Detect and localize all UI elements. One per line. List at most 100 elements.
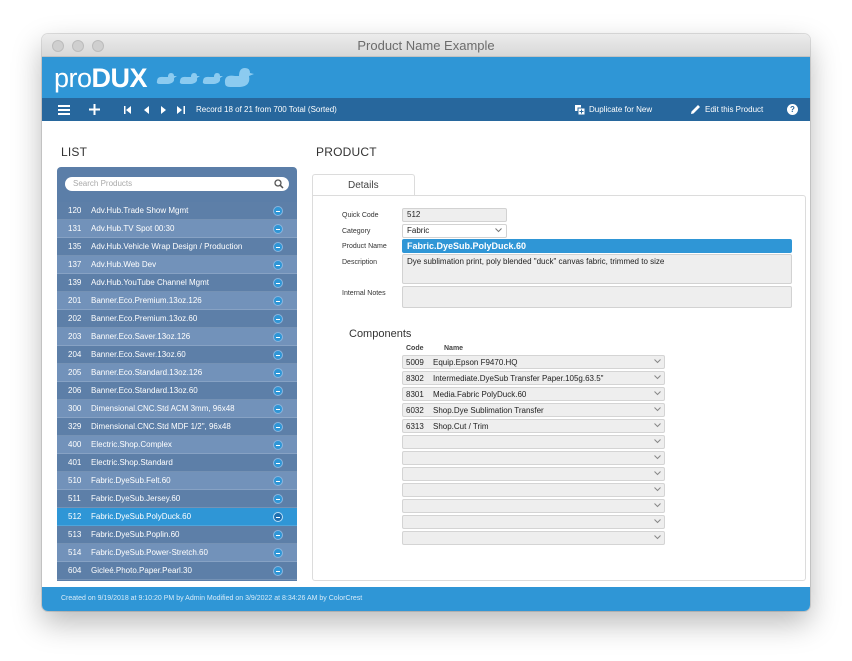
product-name-field[interactable]: Fabric.DyeSub.PolyDuck.60	[402, 239, 792, 253]
list-item-code: 205	[68, 368, 82, 377]
chevron-down-icon[interactable]	[654, 439, 661, 444]
duplicate-for-new-button[interactable]: Duplicate for New	[575, 98, 652, 121]
remove-icon[interactable]	[273, 440, 283, 450]
tab-details[interactable]: Details	[312, 174, 415, 196]
list-item-name: Adv.Hub.Trade Show Mgmt	[91, 206, 189, 215]
last-record-button[interactable]	[177, 98, 185, 121]
component-row[interactable]: 8301 Media.Fabric PolyDuck.60	[402, 387, 665, 401]
remove-icon[interactable]	[273, 530, 283, 540]
list-item[interactable]: 511 Fabric.DyeSub.Jersey.60	[57, 490, 297, 508]
component-row[interactable]	[402, 483, 665, 497]
list-item-name: Banner.Eco.Standard.13oz.126	[91, 368, 203, 377]
list-item[interactable]: 201 Banner.Eco.Premium.13oz.126	[57, 292, 297, 310]
chevron-down-icon[interactable]	[654, 423, 661, 428]
component-row[interactable]	[402, 467, 665, 481]
duck-logo-icon	[156, 68, 254, 87]
component-row[interactable]	[402, 435, 665, 449]
remove-icon[interactable]	[273, 350, 283, 360]
previous-record-button[interactable]	[144, 98, 150, 121]
list-item[interactable]: 202 Banner.Eco.Premium.13oz.60	[57, 310, 297, 328]
list-item[interactable]: 139 Adv.Hub.YouTube Channel Mgmt	[57, 274, 297, 292]
chevron-down-icon[interactable]	[654, 359, 661, 364]
list-item-name: Adv.Hub.TV Spot 00:30	[91, 224, 175, 233]
remove-icon[interactable]	[273, 332, 283, 342]
remove-icon[interactable]	[273, 566, 283, 576]
list-item[interactable]: 120 Adv.Hub.Trade Show Mgmt	[57, 202, 297, 220]
list-item[interactable]: 400 Electric.Shop.Complex	[57, 436, 297, 454]
chevron-down-icon[interactable]	[654, 455, 661, 460]
help-button[interactable]: ?	[787, 104, 798, 115]
description-field[interactable]: Dye sublimation print, poly blended "duc…	[402, 254, 792, 284]
list-item[interactable]: 510 Fabric.DyeSub.Felt.60	[57, 472, 297, 490]
component-row[interactable]: 6032 Shop.Dye Sublimation Transfer	[402, 403, 665, 417]
remove-icon[interactable]	[273, 278, 283, 288]
close-window-button[interactable]	[52, 40, 64, 52]
list-item[interactable]: 401 Electric.Shop.Standard	[57, 454, 297, 472]
zoom-window-button[interactable]	[92, 40, 104, 52]
list-item[interactable]: 135 Adv.Hub.Vehicle Wrap Design / Product…	[57, 238, 297, 256]
internal-notes-label: Internal Notes	[342, 290, 386, 297]
remove-icon[interactable]	[273, 422, 283, 432]
add-button[interactable]	[89, 98, 100, 121]
list-item-name: Adv.Hub.Web Dev	[91, 260, 157, 269]
component-row[interactable]	[402, 531, 665, 545]
component-row[interactable]	[402, 499, 665, 513]
list-item-name: Fabric.DyeSub.Jersey.60	[91, 494, 181, 503]
list-item[interactable]: 205 Banner.Eco.Standard.13oz.126	[57, 364, 297, 382]
list-item[interactable]: 514 Fabric.DyeSub.Power-Stretch.60	[57, 544, 297, 562]
remove-icon[interactable]	[273, 512, 283, 522]
remove-icon[interactable]	[273, 260, 283, 270]
list-item-code: 139	[68, 278, 82, 287]
quick-code-field[interactable]: 512	[402, 208, 507, 222]
remove-icon[interactable]	[273, 494, 283, 504]
next-record-button[interactable]	[160, 98, 166, 121]
list-item[interactable]: 131 Adv.Hub.TV Spot 00:30	[57, 220, 297, 238]
list-item[interactable]: 513 Fabric.DyeSub.Poplin.60	[57, 526, 297, 544]
remove-icon[interactable]	[273, 386, 283, 396]
search-icon[interactable]	[274, 179, 284, 189]
category-select[interactable]: Fabric	[402, 224, 507, 238]
component-row[interactable]: 6313 Shop.Cut / Trim	[402, 419, 665, 433]
remove-icon[interactable]	[273, 296, 283, 306]
list-item[interactable]: 329 Dimensional.CNC.Std MDF 1/2", 96x48	[57, 418, 297, 436]
chevron-down-icon[interactable]	[654, 519, 661, 524]
remove-icon[interactable]	[273, 206, 283, 216]
edit-product-button[interactable]: Edit this Product	[690, 98, 763, 121]
chevron-down-icon[interactable]	[654, 375, 661, 380]
remove-icon[interactable]	[273, 242, 283, 252]
remove-icon[interactable]	[273, 404, 283, 414]
first-record-button[interactable]	[124, 98, 132, 121]
chevron-down-icon[interactable]	[654, 487, 661, 492]
list-item[interactable]: 512 Fabric.DyeSub.PolyDuck.60	[57, 508, 297, 526]
chevron-down-icon[interactable]	[654, 535, 661, 540]
minimize-window-button[interactable]	[72, 40, 84, 52]
chevron-down-icon[interactable]	[654, 471, 661, 476]
list-item[interactable]: 203 Banner.Eco.Saver.13oz.126	[57, 328, 297, 346]
component-row[interactable]: 5009 Equip.Epson F9470.HQ	[402, 355, 665, 369]
search-input[interactable]: Search Products	[65, 177, 289, 191]
category-value: Fabric	[407, 226, 430, 235]
remove-icon[interactable]	[273, 548, 283, 558]
list-item[interactable]: 204 Banner.Eco.Saver.13oz.60	[57, 346, 297, 364]
remove-icon[interactable]	[273, 476, 283, 486]
list-item[interactable]: 206 Banner.Eco.Standard.13oz.60	[57, 382, 297, 400]
remove-icon[interactable]	[273, 224, 283, 234]
first-record-icon	[124, 105, 131, 114]
list-item[interactable]: 300 Dimensional.CNC.Std ACM 3mm, 96x48	[57, 400, 297, 418]
list-item-code: 201	[68, 296, 82, 305]
remove-icon[interactable]	[273, 314, 283, 324]
list-item-code: 400	[68, 440, 82, 449]
component-row[interactable]	[402, 515, 665, 529]
internal-notes-field[interactable]	[402, 286, 792, 308]
remove-icon[interactable]	[273, 458, 283, 468]
component-row[interactable]: 8302 Intermediate.DyeSub Transfer Paper.1…	[402, 371, 665, 385]
remove-icon[interactable]	[273, 368, 283, 378]
list-item[interactable]: 137 Adv.Hub.Web Dev	[57, 256, 297, 274]
menu-button[interactable]	[58, 98, 70, 121]
list-item[interactable]: 604 Gicleé.Photo.Paper.Pearl.30	[57, 562, 297, 580]
chevron-down-icon[interactable]	[654, 391, 661, 396]
list-item-code: 511	[68, 494, 81, 503]
chevron-down-icon[interactable]	[654, 407, 661, 412]
component-row[interactable]	[402, 451, 665, 465]
chevron-down-icon[interactable]	[654, 503, 661, 508]
